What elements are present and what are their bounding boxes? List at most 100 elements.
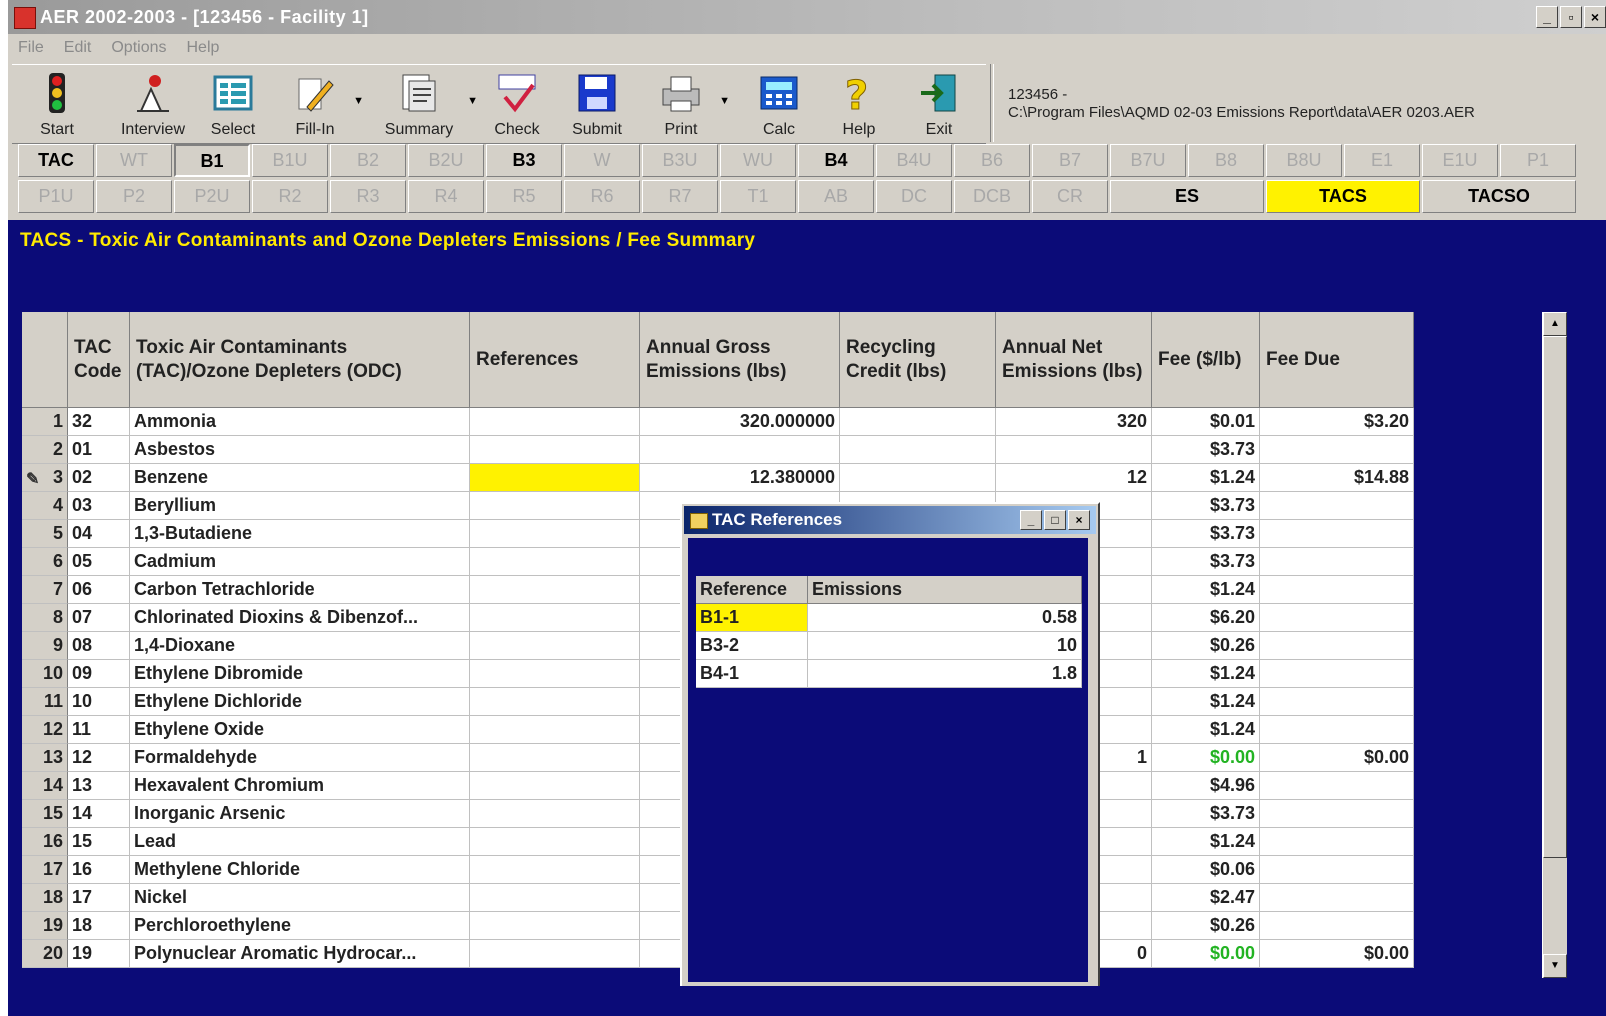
- cell-fee[interactable]: $1.24: [1152, 828, 1260, 856]
- cell-recycling[interactable]: [840, 436, 996, 464]
- cell-name[interactable]: Beryllium: [130, 492, 470, 520]
- cell-fee[interactable]: $3.73: [1152, 800, 1260, 828]
- cell-gross[interactable]: [640, 436, 840, 464]
- col-header-name[interactable]: Toxic Air Contaminants (TAC)/Ozone Deple…: [130, 312, 470, 408]
- cell-fee[interactable]: $0.00: [1152, 940, 1260, 968]
- tab-b8[interactable]: B8: [1188, 144, 1264, 177]
- cell-emissions[interactable]: 1.8: [808, 660, 1082, 688]
- dialog-close-icon[interactable]: ×: [1068, 510, 1090, 530]
- cell-fee[interactable]: $6.20: [1152, 604, 1260, 632]
- cell-fee[interactable]: $1.24: [1152, 464, 1260, 492]
- cell-fee-due[interactable]: [1260, 716, 1414, 744]
- cell-name[interactable]: 1,3-Butadiene: [130, 520, 470, 548]
- submit-button[interactable]: Submit: [564, 65, 630, 143]
- cell-name[interactable]: Polynuclear Aromatic Hydrocar...: [130, 940, 470, 968]
- cell-emissions[interactable]: 0.58: [808, 604, 1082, 632]
- table-row[interactable]: 2 01 Asbestos $3.73: [22, 436, 1414, 464]
- cell-code[interactable]: 11: [68, 716, 130, 744]
- menu-file[interactable]: File: [8, 39, 54, 57]
- calc-button[interactable]: Calc: [746, 65, 812, 143]
- cell-references[interactable]: [470, 660, 640, 688]
- cell-references[interactable]: [470, 576, 640, 604]
- tab-b1[interactable]: B1: [174, 144, 250, 177]
- col-header-reference[interactable]: Reference: [696, 576, 808, 604]
- tab-p2u[interactable]: P2U: [174, 180, 250, 213]
- cell-emissions[interactable]: 10: [808, 632, 1082, 660]
- cell-code[interactable]: 32: [68, 408, 130, 436]
- cell-name[interactable]: Chlorinated Dioxins & Dibenzof...: [130, 604, 470, 632]
- scroll-up-icon[interactable]: ▲: [1543, 312, 1567, 336]
- cell-name[interactable]: Asbestos: [130, 436, 470, 464]
- summary-dropdown-icon[interactable]: ▼: [467, 95, 478, 107]
- table-row[interactable]: 1 32 Ammonia 320.000000 320 $0.01 $3.20: [22, 408, 1414, 436]
- cell-gross[interactable]: 320.000000: [640, 408, 840, 436]
- tab-b7u[interactable]: B7U: [1110, 144, 1186, 177]
- tab-cr[interactable]: CR: [1032, 180, 1108, 213]
- cell-fee-due[interactable]: [1260, 436, 1414, 464]
- cell-code[interactable]: 16: [68, 856, 130, 884]
- cell-fee[interactable]: $1.24: [1152, 688, 1260, 716]
- select-button[interactable]: Select: [200, 65, 266, 143]
- tab-b3[interactable]: B3: [486, 144, 562, 177]
- cell-code[interactable]: 10: [68, 688, 130, 716]
- cell-fee-due[interactable]: [1260, 800, 1414, 828]
- cell-references[interactable]: [470, 716, 640, 744]
- cell-fee-due[interactable]: [1260, 576, 1414, 604]
- cell-references[interactable]: [470, 772, 640, 800]
- dialog-minimize-icon[interactable]: _: [1020, 510, 1042, 530]
- tab-r3[interactable]: R3: [330, 180, 406, 213]
- cell-reference[interactable]: B1-1: [696, 604, 808, 632]
- tab-b7[interactable]: B7: [1032, 144, 1108, 177]
- tab-r7[interactable]: R7: [642, 180, 718, 213]
- cell-fee-due[interactable]: [1260, 492, 1414, 520]
- cell-name[interactable]: Ethylene Dichloride: [130, 688, 470, 716]
- cell-fee-due[interactable]: [1260, 548, 1414, 576]
- tab-b1u[interactable]: B1U: [252, 144, 328, 177]
- tab-r6[interactable]: R6: [564, 180, 640, 213]
- col-header-net[interactable]: Annual Net Emissions (lbs): [996, 312, 1152, 408]
- tab-tacso[interactable]: TACSO: [1422, 180, 1576, 213]
- cell-name[interactable]: Hexavalent Chromium: [130, 772, 470, 800]
- tab-e1u[interactable]: E1U: [1422, 144, 1498, 177]
- cell-fee-due[interactable]: $14.88: [1260, 464, 1414, 492]
- cell-net[interactable]: 320: [996, 408, 1152, 436]
- tab-t1[interactable]: T1: [720, 180, 796, 213]
- cell-code[interactable]: 07: [68, 604, 130, 632]
- cell-net[interactable]: [996, 436, 1152, 464]
- cell-fee[interactable]: $1.24: [1152, 716, 1260, 744]
- cell-code[interactable]: 18: [68, 912, 130, 940]
- col-header-fee-due[interactable]: Fee Due: [1260, 312, 1414, 408]
- cell-references[interactable]: [470, 408, 640, 436]
- menu-options[interactable]: Options: [101, 39, 176, 57]
- cell-references[interactable]: [470, 940, 640, 968]
- tab-b2u[interactable]: B2U: [408, 144, 484, 177]
- cell-fee[interactable]: $3.73: [1152, 492, 1260, 520]
- tab-r4[interactable]: R4: [408, 180, 484, 213]
- cell-fee[interactable]: $1.24: [1152, 660, 1260, 688]
- tab-p1u[interactable]: P1U: [18, 180, 94, 213]
- cell-fee-due[interactable]: $0.00: [1260, 744, 1414, 772]
- cell-code[interactable]: 01: [68, 436, 130, 464]
- tab-wu[interactable]: WU: [720, 144, 796, 177]
- vertical-scrollbar[interactable]: ▲ ▼: [1542, 312, 1567, 978]
- fill-in-dropdown-icon[interactable]: ▼: [353, 95, 364, 107]
- cell-code[interactable]: 04: [68, 520, 130, 548]
- interview-button[interactable]: Interview: [108, 65, 198, 143]
- cell-code[interactable]: 13: [68, 772, 130, 800]
- cell-references[interactable]: [470, 492, 640, 520]
- col-header-gross[interactable]: Annual Gross Emissions (lbs): [640, 312, 840, 408]
- cell-fee[interactable]: $0.01: [1152, 408, 1260, 436]
- cell-references[interactable]: [470, 800, 640, 828]
- dialog-title-bar[interactable]: TAC References _ □ ×: [684, 506, 1096, 534]
- cell-code[interactable]: 03: [68, 492, 130, 520]
- menu-help[interactable]: Help: [177, 39, 230, 57]
- tab-dcb[interactable]: DCB: [954, 180, 1030, 213]
- cell-name[interactable]: Ethylene Dibromide: [130, 660, 470, 688]
- cell-recycling[interactable]: [840, 464, 996, 492]
- cell-name[interactable]: Cadmium: [130, 548, 470, 576]
- cell-name[interactable]: Ethylene Oxide: [130, 716, 470, 744]
- help-button[interactable]: ? Help: [826, 65, 892, 143]
- cell-code[interactable]: 14: [68, 800, 130, 828]
- menu-edit[interactable]: Edit: [54, 39, 102, 57]
- tab-b4u[interactable]: B4U: [876, 144, 952, 177]
